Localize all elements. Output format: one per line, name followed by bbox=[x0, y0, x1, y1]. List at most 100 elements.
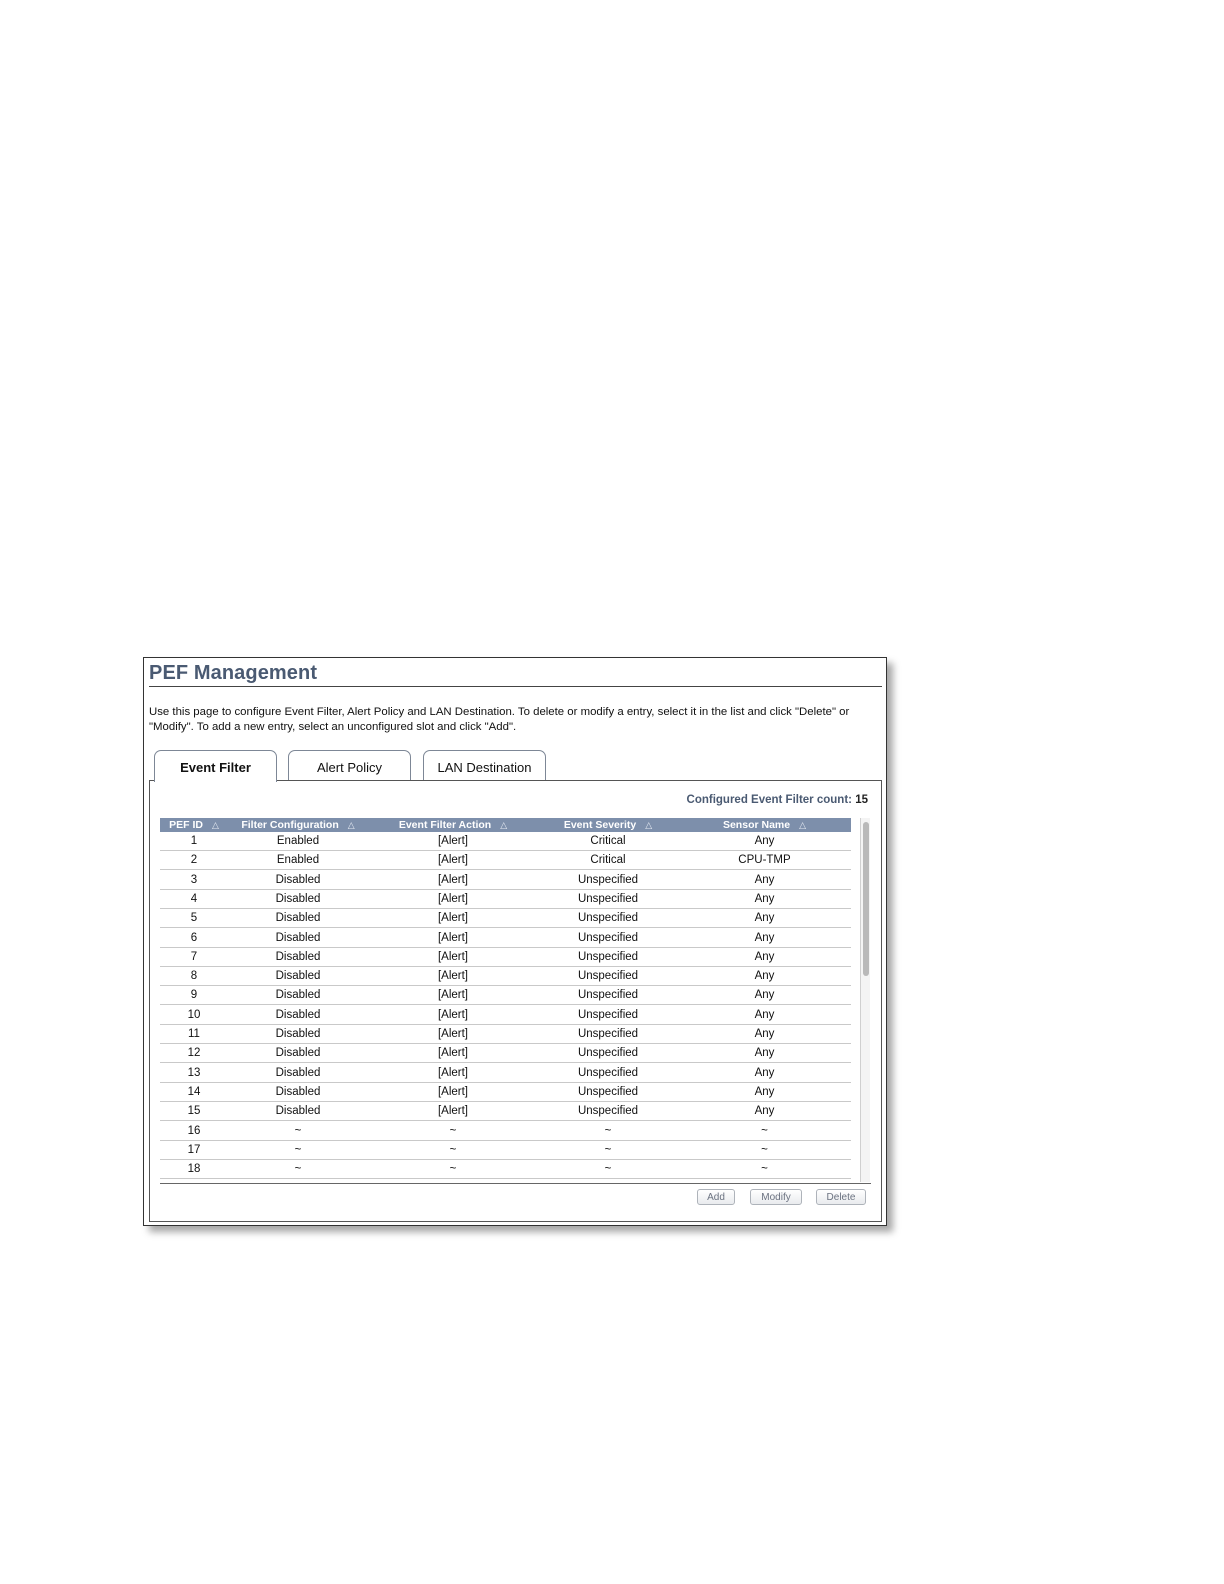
delete-button[interactable]: Delete bbox=[816, 1189, 866, 1205]
cell-event-filter-action: [Alert] bbox=[437, 835, 469, 847]
cell-pef-id: 10 bbox=[187, 1008, 201, 1021]
cell-sensor-name: Any bbox=[754, 1047, 775, 1060]
sort-icon: △ bbox=[645, 820, 653, 830]
cell-sensor-name: Any bbox=[754, 835, 775, 847]
cell-event-severity: Unspecified bbox=[577, 931, 639, 944]
cell-event-filter-action: [Alert] bbox=[437, 1028, 469, 1040]
table-scrollbar[interactable] bbox=[860, 818, 870, 1182]
sort-icon: △ bbox=[500, 820, 508, 830]
cell-event-filter-action: [Alert] bbox=[437, 1008, 469, 1021]
cell-sensor-name: Any bbox=[754, 931, 775, 944]
table-row[interactable]: 17 ~ ~ ~ ~ bbox=[160, 1141, 851, 1160]
cell-filter-configuration: Enabled bbox=[276, 835, 320, 847]
event-filter-count: Configured Event Filter count: 15 bbox=[687, 794, 868, 806]
cell-sensor-name: Any bbox=[754, 912, 775, 925]
table-row[interactable]: 5 Disabled [Alert] Unspecified Any bbox=[160, 909, 851, 929]
cell-sensor-name: Any bbox=[754, 1105, 775, 1118]
scrollbar-thumb[interactable] bbox=[863, 822, 869, 976]
tab-event-filter[interactable]: Event Filter bbox=[154, 750, 277, 782]
cell-pef-id: 17 bbox=[187, 1143, 201, 1156]
cell-event-filter-action: [Alert] bbox=[437, 873, 469, 886]
table-bottom-divider bbox=[160, 1183, 871, 1184]
cell-event-filter-action: [Alert] bbox=[437, 970, 469, 983]
cell-event-filter-action: [Alert] bbox=[437, 989, 469, 1002]
tab-lan-destination[interactable]: LAN Destination bbox=[423, 750, 546, 780]
cell-event-severity: Unspecified bbox=[577, 970, 639, 983]
cell-event-filter-action: [Alert] bbox=[437, 1105, 469, 1118]
cell-event-filter-action: ~ bbox=[449, 1143, 457, 1156]
cell-sensor-name: Any bbox=[754, 1066, 775, 1079]
cell-event-filter-action: [Alert] bbox=[437, 854, 469, 867]
tab-alert-policy[interactable]: Alert Policy bbox=[288, 750, 411, 780]
cell-sensor-name: ~ bbox=[761, 1143, 768, 1156]
cell-filter-configuration: Disabled bbox=[275, 989, 321, 1002]
cell-pef-id: 16 bbox=[187, 1124, 201, 1137]
cell-event-filter-action: [Alert] bbox=[437, 892, 469, 905]
event-filter-table: PEF ID △ Filter Configuration △ Event Filt… bbox=[160, 818, 851, 1182]
table-row[interactable]: 8 Disabled [Alert] Unspecified Any bbox=[160, 967, 851, 987]
cell-pef-id: 6 bbox=[190, 931, 198, 944]
cell-event-filter-action: [Alert] bbox=[437, 1047, 469, 1060]
cell-event-filter-action: ~ bbox=[449, 1163, 457, 1176]
add-button[interactable]: Add bbox=[697, 1189, 735, 1205]
cell-event-filter-action: [Alert] bbox=[437, 912, 469, 925]
cell-filter-configuration: Disabled bbox=[275, 1008, 321, 1021]
cell-pef-id: 11 bbox=[188, 1028, 200, 1040]
cell-pef-id: 13 bbox=[187, 1066, 201, 1079]
cell-pef-id: 8 bbox=[190, 970, 198, 983]
sort-icon: △ bbox=[211, 820, 219, 830]
table-row[interactable]: 14 Disabled [Alert] Unspecified Any bbox=[160, 1083, 851, 1102]
table-header: PEF ID △ Filter Configuration △ Event Filt… bbox=[160, 818, 851, 832]
table-row[interactable]: 1 Enabled [Alert] Critical Any bbox=[160, 832, 851, 851]
table-row[interactable]: 6 Disabled [Alert] Unspecified Any bbox=[160, 929, 851, 948]
cell-pef-id: 7 bbox=[190, 950, 198, 963]
cell-sensor-name: Any bbox=[754, 989, 775, 1002]
table-row[interactable]: 12 Disabled [Alert] Unspecified Any bbox=[160, 1044, 851, 1064]
table-row[interactable]: 11 Disabled [Alert] Unspecified Any bbox=[160, 1025, 851, 1044]
cell-sensor-name: Any bbox=[754, 950, 775, 963]
page-title: PEF Management bbox=[149, 662, 318, 684]
table-row[interactable]: 9 Disabled [Alert] Unspecified Any bbox=[160, 986, 851, 1006]
cell-filter-configuration: Disabled bbox=[275, 970, 321, 983]
cell-pef-id: 3 bbox=[190, 873, 198, 886]
cell-pef-id: 5 bbox=[190, 912, 198, 925]
cell-event-severity: Critical bbox=[590, 854, 626, 867]
table-row[interactable]: 18 ~ ~ ~ ~ bbox=[160, 1160, 851, 1180]
pef-management-window: PEF Management Use this page to configur… bbox=[143, 657, 887, 1226]
cell-event-severity: Unspecified bbox=[577, 912, 639, 925]
cell-filter-configuration: Enabled bbox=[276, 854, 320, 867]
table-row[interactable]: 13 Disabled [Alert] Unspecified Any bbox=[160, 1064, 851, 1083]
cell-event-severity: Unspecified bbox=[577, 1066, 639, 1079]
cell-event-severity: ~ bbox=[604, 1124, 612, 1137]
column-header-filter-configuration[interactable]: Filter Configuration △ bbox=[228, 818, 368, 832]
cell-event-severity: Unspecified bbox=[577, 873, 639, 886]
table-row[interactable]: 3 Disabled [Alert] Unspecified Any bbox=[160, 871, 851, 890]
table-row[interactable]: 7 Disabled [Alert] Unspecified Any bbox=[160, 948, 851, 967]
table-row[interactable]: 2 Enabled [Alert] Critical CPU-TMP bbox=[160, 851, 851, 871]
table-row[interactable]: 4 Disabled [Alert] Unspecified Any bbox=[160, 890, 851, 909]
cell-event-severity: Unspecified bbox=[577, 1008, 639, 1021]
cell-sensor-name: Any bbox=[754, 892, 775, 905]
cell-pef-id: 14 bbox=[187, 1085, 201, 1098]
event-filter-panel: Configured Event Filter count: 15 PEF ID… bbox=[149, 780, 882, 1222]
column-header-sensor-name[interactable]: Sensor Name △ bbox=[678, 818, 851, 832]
cell-pef-id: 2 bbox=[190, 854, 198, 867]
cell-event-severity: Unspecified bbox=[577, 989, 639, 1002]
table-row[interactable]: 16 ~ ~ ~ ~ bbox=[160, 1122, 851, 1141]
cell-event-severity: Critical bbox=[590, 835, 626, 847]
cell-sensor-name: Any bbox=[754, 970, 775, 983]
modify-button[interactable]: Modify bbox=[750, 1189, 802, 1205]
cell-event-filter-action: ~ bbox=[449, 1124, 457, 1137]
cell-sensor-name: ~ bbox=[761, 1124, 768, 1137]
cell-event-filter-action: [Alert] bbox=[437, 1085, 469, 1098]
cell-sensor-name: CPU-TMP bbox=[738, 854, 791, 867]
column-header-event-severity[interactable]: Event Severity △ bbox=[538, 818, 678, 832]
column-header-event-filter-action[interactable]: Event Filter Action △ bbox=[368, 818, 538, 832]
cell-pef-id: 18 bbox=[187, 1163, 201, 1176]
cell-filter-configuration: Disabled bbox=[275, 1066, 321, 1079]
cell-filter-configuration: Disabled bbox=[275, 931, 321, 944]
count-label: Configured Event Filter count: bbox=[686, 794, 852, 806]
table-row[interactable]: 15 Disabled [Alert] Unspecified Any bbox=[160, 1102, 851, 1122]
table-row[interactable]: 10 Disabled [Alert] Unspecified Any bbox=[160, 1006, 851, 1025]
column-header-pef-id[interactable]: PEF ID △ bbox=[160, 818, 228, 832]
